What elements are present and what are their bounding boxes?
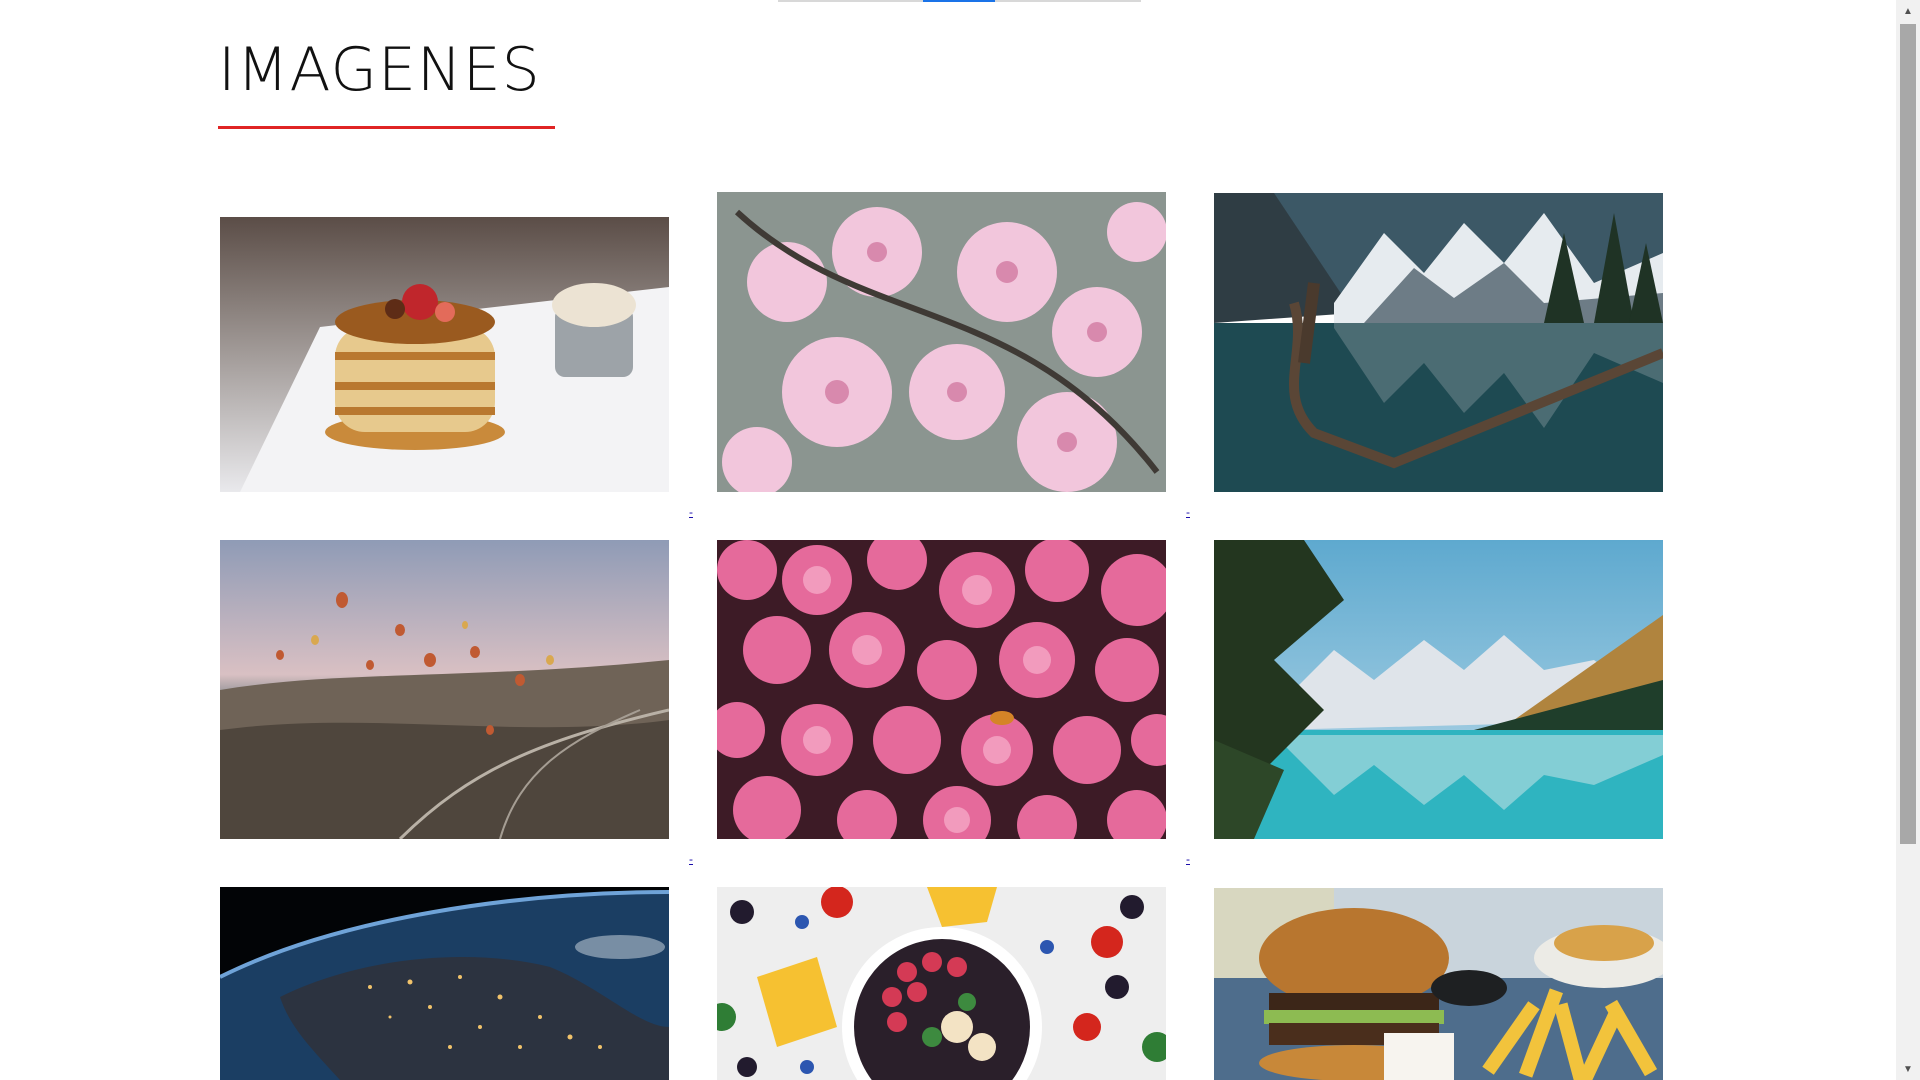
photo-burger-and-fries — [1214, 888, 1663, 1080]
vertical-scrollbar[interactable]: ▲ ▼ — [1896, 0, 1920, 1080]
gallery-image-cherry-blossoms[interactable] — [717, 192, 1166, 492]
browser-tab-strip — [778, 0, 1141, 2]
photo-earth-at-night — [220, 887, 669, 1080]
photo-mountain-lake-driftwood — [1214, 193, 1663, 492]
gallery-image-turquoise-lake[interactable] — [1214, 540, 1663, 839]
gallery-image-fruit-bowl[interactable] — [717, 887, 1166, 1080]
photo-turquoise-lake — [1214, 540, 1663, 839]
page-title: IMAGENES — [218, 35, 541, 105]
link-marker[interactable]: - — [689, 506, 693, 518]
scroll-down-arrow-icon[interactable]: ▼ — [1896, 1058, 1920, 1080]
photo-cherry-blossoms — [717, 192, 1166, 492]
link-marker[interactable]: - — [1186, 506, 1190, 518]
gallery-image-pancakes[interactable] — [220, 217, 669, 492]
photo-hot-air-balloons — [220, 540, 669, 839]
gallery-image-earth-at-night[interactable] — [220, 887, 669, 1080]
gallery-image-burger-and-fries[interactable] — [1214, 888, 1663, 1080]
gallery-image-mountain-lake-driftwood[interactable] — [1214, 193, 1663, 492]
link-marker[interactable]: - — [1186, 853, 1190, 865]
link-marker[interactable]: - — [689, 853, 693, 865]
scrollbar-thumb[interactable] — [1900, 24, 1916, 844]
photo-fruit-bowl — [717, 887, 1166, 1080]
gallery-image-pink-flowers[interactable] — [717, 540, 1166, 839]
gallery-image-hot-air-balloons[interactable] — [220, 540, 669, 839]
title-underline — [218, 126, 555, 129]
photo-pink-flowers — [717, 540, 1166, 839]
photo-pancakes — [220, 217, 669, 492]
active-tab-indicator — [923, 0, 995, 2]
scroll-up-arrow-icon[interactable]: ▲ — [1896, 0, 1920, 22]
